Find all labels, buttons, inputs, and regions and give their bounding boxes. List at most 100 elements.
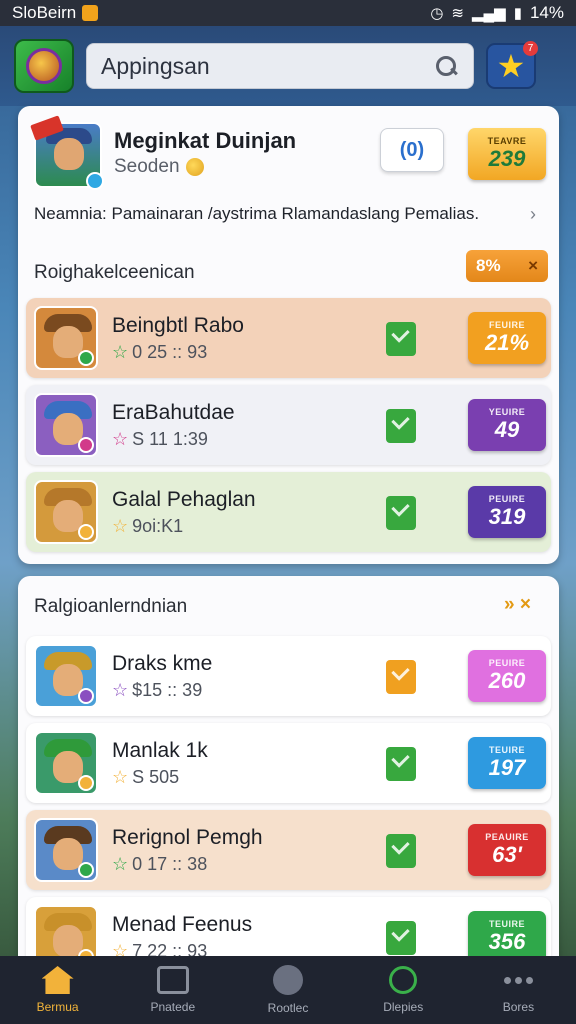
lock-icon <box>156 966 189 994</box>
star-icon: ☆ <box>112 342 129 362</box>
app-logo[interactable] <box>14 39 74 93</box>
nav-item-dlepies[interactable]: Dlepies <box>346 956 461 1024</box>
nav-item-bores[interactable]: Bores <box>461 956 576 1024</box>
price-value: 260 <box>488 668 526 693</box>
search-text: Appingsan <box>101 52 210 79</box>
item-avatar <box>34 480 98 544</box>
item-meta-text: $15 :: 39 <box>132 680 203 700</box>
tag-button[interactable]: 8% × <box>466 250 548 282</box>
item-avatar <box>34 306 98 370</box>
download-icon[interactable] <box>386 409 416 443</box>
price-caption: PEUIRE <box>488 494 526 504</box>
power-icon <box>389 966 418 994</box>
nav-item-bermua[interactable]: Bermua <box>0 956 115 1024</box>
price-value: 319 <box>488 504 526 529</box>
nav-label: Rootlec <box>267 1001 309 1015</box>
item-title: Manlak 1k <box>112 739 208 762</box>
signal-icon: ▂▄▆ <box>472 5 506 22</box>
list-item[interactable]: Galal Pehaglan ☆ 9oi:K1 PEUIRE 319 <box>26 472 551 552</box>
coin-icon <box>185 158 204 176</box>
item-title: EraBahutdae <box>112 401 235 424</box>
nav-label: Bermua <box>36 1000 79 1014</box>
item-meta-text: 0 17 :: 38 <box>132 854 208 874</box>
chevron-right-icon[interactable]: › <box>530 204 536 225</box>
item-avatar <box>34 818 98 882</box>
item-meta: ☆ S 505 <box>112 767 179 788</box>
price-value: 49 <box>494 417 520 442</box>
price-value: 21% <box>484 330 530 355</box>
close-icon[interactable]: × <box>528 256 538 276</box>
item-meta: ☆ 0 25 :: 93 <box>112 342 207 363</box>
item-meta: ☆ 0 17 :: 38 <box>112 854 207 875</box>
featured-item[interactable]: Meginkat Duinjan Seoden (0) TEAVRE 239 <box>18 106 559 201</box>
featured-subtitle: Seoden <box>114 156 204 178</box>
carrier-label: SloBeirn <box>12 3 77 22</box>
featured-price-button[interactable]: TEAVRE 239 <box>468 128 546 180</box>
price-caption: TEUIRE <box>488 745 525 755</box>
item-meta-text: S 11 1:39 <box>132 429 208 449</box>
price-caption: PEUIRE <box>488 658 526 668</box>
download-icon[interactable] <box>386 747 416 781</box>
item-meta-text: 0 25 :: 93 <box>132 342 208 362</box>
app-header: Appingsan ★ 7 <box>0 26 576 106</box>
item-meta: ☆ $15 :: 39 <box>112 680 202 701</box>
download-icon[interactable] <box>386 660 416 694</box>
price-caption: TEAVRE <box>487 136 527 146</box>
nav-label: Pnatede <box>150 1000 196 1014</box>
featured-chip-button[interactable]: (0) <box>380 128 444 172</box>
item-meta: ☆ S 11 1:39 <box>112 429 208 450</box>
price-button[interactable]: FEUIRE 21% <box>468 312 546 364</box>
favorites-button[interactable]: ★ 7 <box>486 41 538 89</box>
nav-label: Dlepies <box>383 1000 424 1014</box>
list-item[interactable]: Rerignol Pemgh ☆ 0 17 :: 38 PEAUIRE 63' <box>26 810 551 890</box>
price-button[interactable]: PEUIRE 260 <box>468 650 546 702</box>
section-card: Ralgioanlerndnian » × Draks kme ☆ $15 :: 3… <box>18 576 559 977</box>
nav-item-rootlec[interactable]: Rootlec <box>230 956 345 1024</box>
price-button[interactable]: PEAUIRE 63' <box>468 824 546 876</box>
wifi-icon: ≋ <box>451 5 464 22</box>
more-icon <box>502 966 534 994</box>
tag-value: 8% <box>476 256 501 275</box>
bottom-nav: Bermua Pnatede Rootlec Dlepies Bores <box>0 956 576 1024</box>
featured-subtitle-text: Seoden <box>114 156 180 177</box>
price-value: 356 <box>488 929 526 954</box>
nav-item-pnatede[interactable]: Pnatede <box>115 956 230 1024</box>
item-title: Beingbtl Rabo <box>112 314 244 337</box>
status-bar: SloBeirn ◷ ≋ ▂▄▆ ▮ 14% <box>0 0 576 26</box>
price-caption: PEAUIRE <box>485 832 529 842</box>
alarm-icon: ◷ <box>430 5 444 22</box>
price-value: 197 <box>488 755 526 780</box>
price-caption: TEUIRE <box>488 919 525 929</box>
featured-description: Neamnia: Pamainaran /aystrima Rlamandasl… <box>34 204 480 223</box>
download-icon[interactable] <box>386 834 416 868</box>
price-button[interactable]: TEUIRE 197 <box>468 737 546 789</box>
search-icon[interactable] <box>433 53 459 79</box>
item-meta-text: S 505 <box>132 767 180 787</box>
list-item[interactable]: EraBahutdae ☆ S 11 1:39 YEUIRE 49 <box>26 385 551 465</box>
price-button[interactable]: PEUIRE 319 <box>468 486 546 538</box>
price-button[interactable]: YEUIRE 49 <box>468 399 546 451</box>
featured-card: Meginkat Duinjan Seoden (0) TEAVRE 239 N… <box>18 106 559 564</box>
star-icon: ☆ <box>112 429 129 449</box>
item-meta: ☆ 9oi:K1 <box>112 516 183 537</box>
item-title: Menad Feenus <box>112 913 253 936</box>
price-caption: FEUIRE <box>488 320 525 330</box>
list-item[interactable]: Beingbtl Rabo☆ 0 25 :: 93 FEUIRE 21% <box>26 298 551 378</box>
featured-avatar <box>30 115 104 190</box>
item-avatar <box>34 731 98 795</box>
item-title: Draks kme <box>112 652 213 675</box>
download-icon[interactable] <box>386 921 416 955</box>
list-item[interactable]: Draks kme☆ $15 :: 39 PEUIRE 260 <box>26 636 551 716</box>
section-action[interactable]: » × <box>504 594 531 616</box>
price-caption: YEUIRE <box>488 407 526 417</box>
nav-label: Bores <box>502 1000 535 1014</box>
star-icon: ☆ <box>112 854 129 874</box>
list-item[interactable]: Manlak 1k ☆ S 505 TEUIRE 197 <box>26 723 551 803</box>
download-icon[interactable] <box>386 322 416 356</box>
search-input[interactable]: Appingsan <box>86 43 474 89</box>
item-title: Galal Pehaglan <box>112 488 256 511</box>
download-icon[interactable] <box>386 496 416 530</box>
featured-title: Meginkat Duinjan <box>114 128 297 153</box>
arrow-icon <box>273 965 303 995</box>
home-icon <box>41 966 74 994</box>
